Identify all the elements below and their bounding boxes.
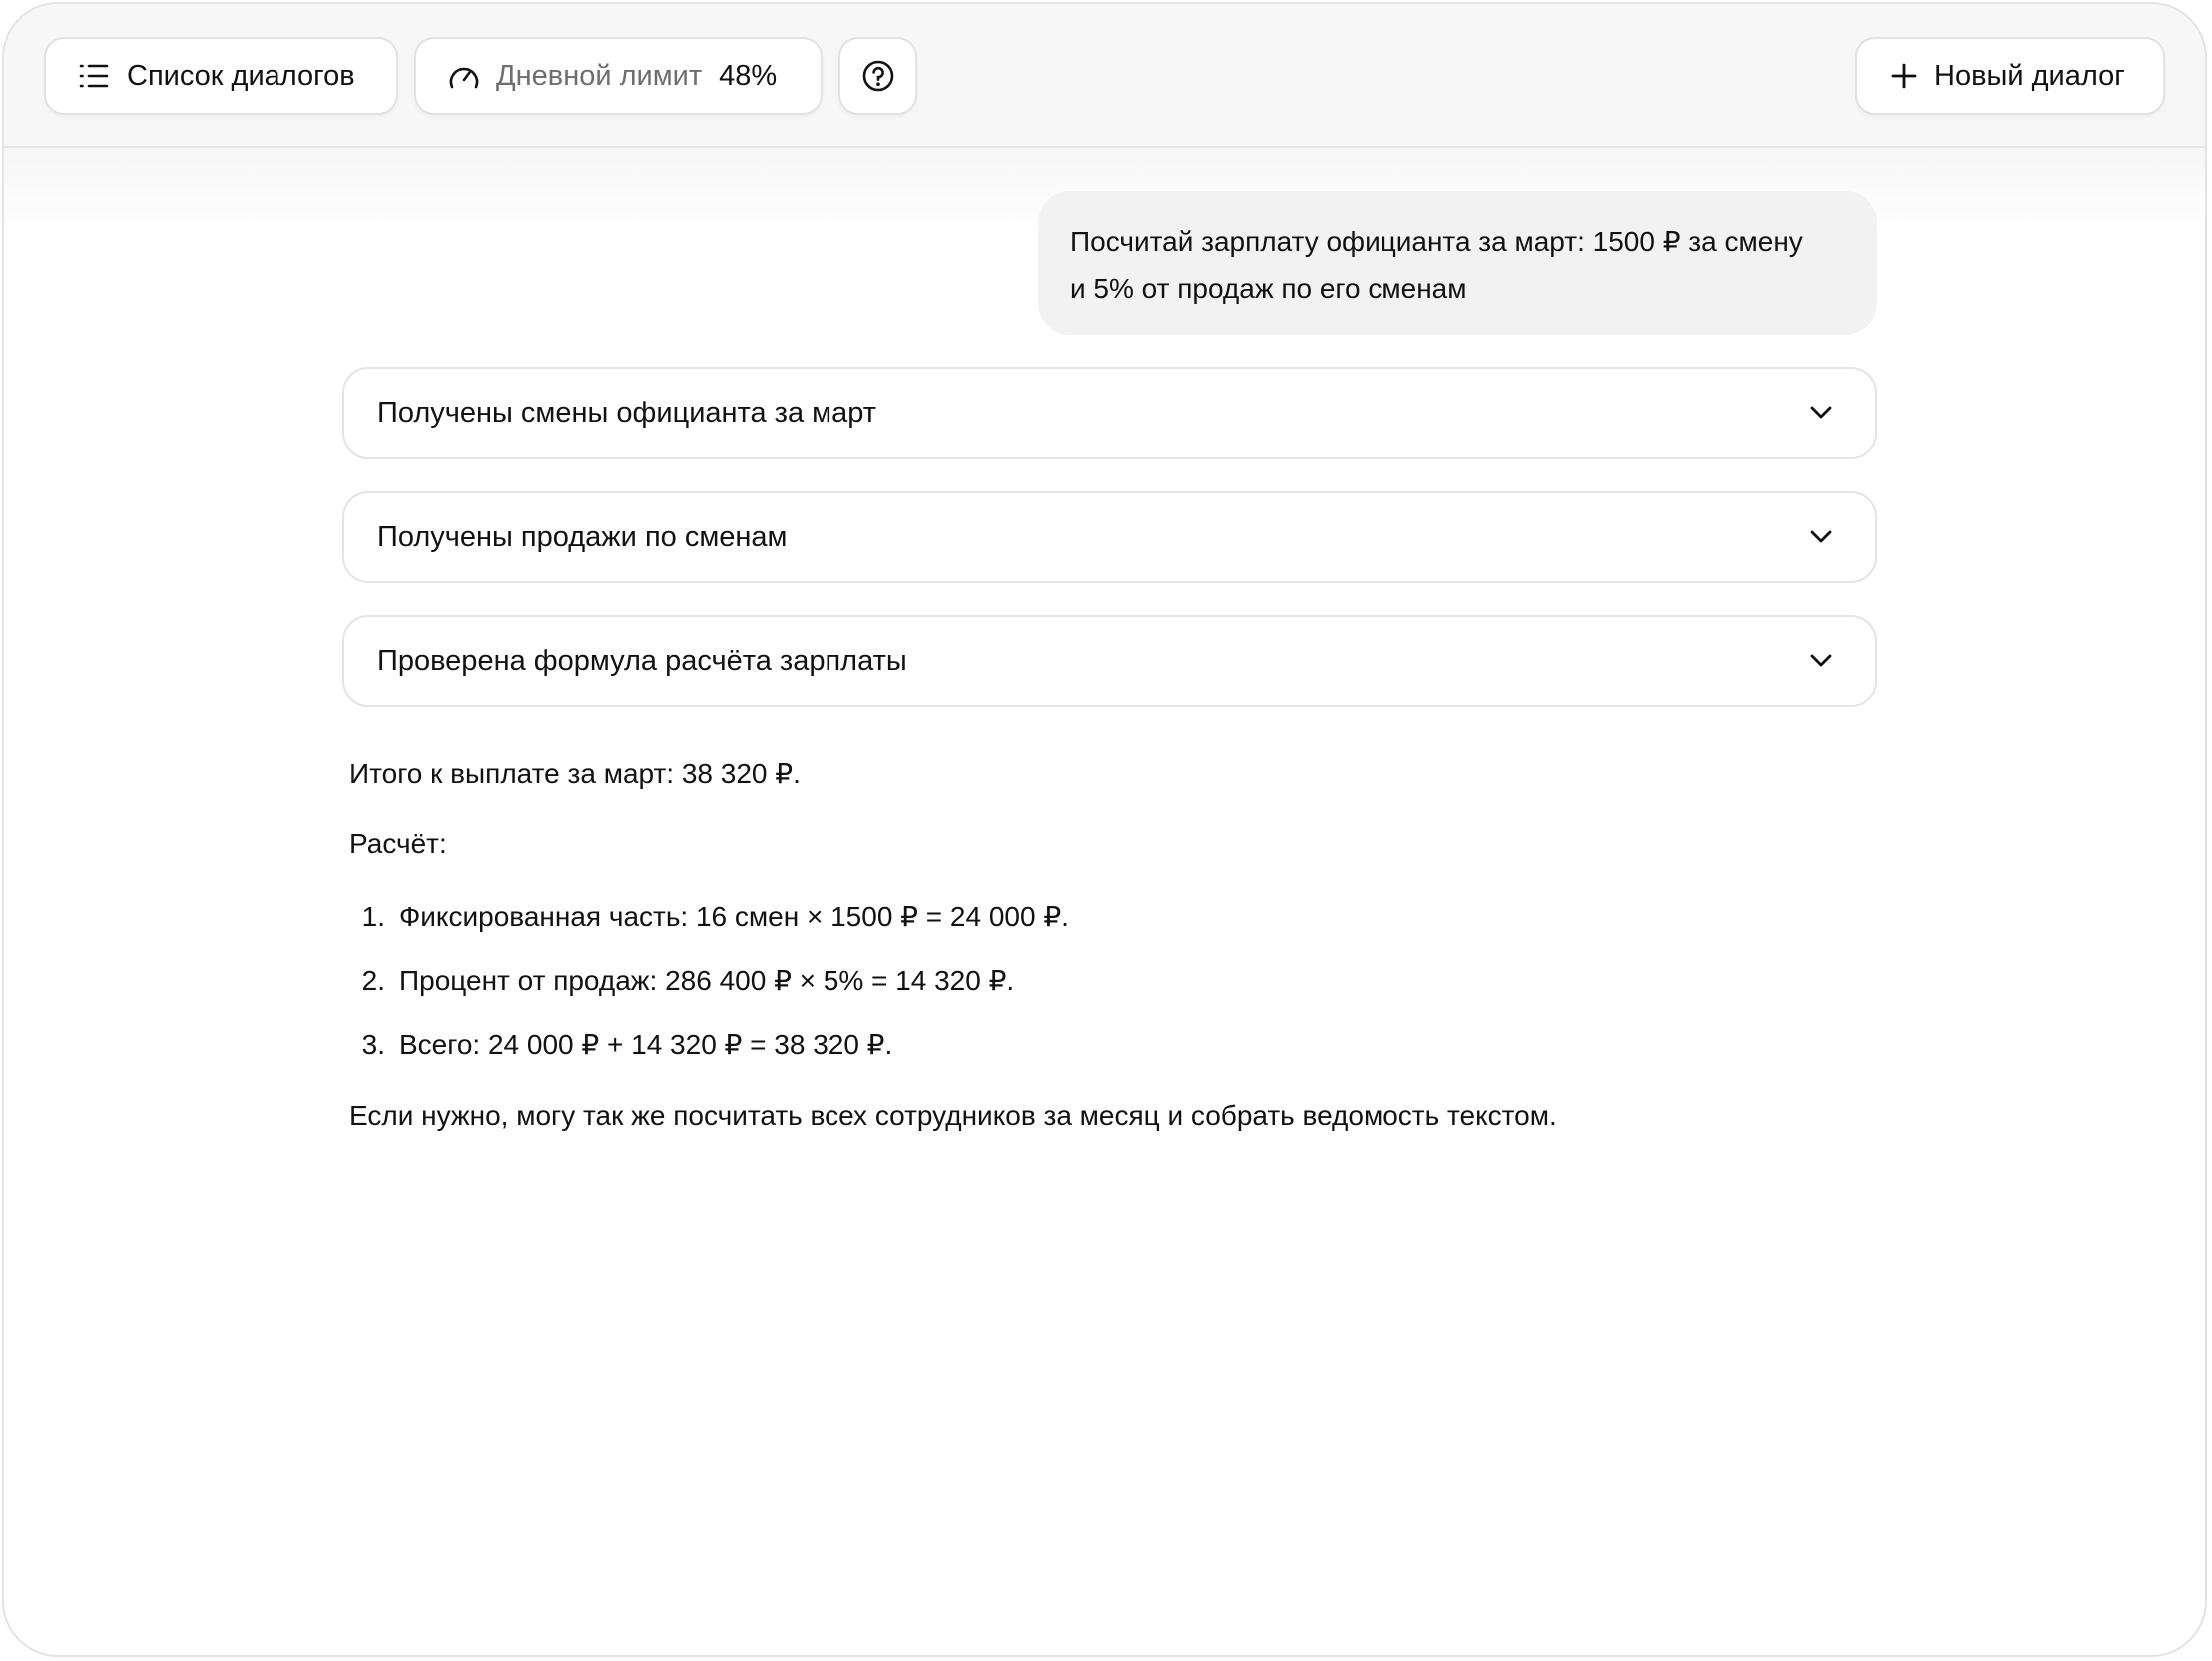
daily-limit-label: Дневной лимит xyxy=(496,59,703,92)
list-item-text: Процент от продаж: 286 400 ₽ × 5% = 14 3… xyxy=(399,965,1015,996)
tool-step-title: Получены продажи по сменам xyxy=(377,520,788,553)
user-message: Посчитай зарплату официанта за март: 150… xyxy=(1038,191,1877,335)
chevron-down-icon xyxy=(1810,530,1832,543)
dialogs-list-button[interactable]: Список диалогов xyxy=(44,37,398,115)
daily-limit-button[interactable]: Дневной лимит 48% xyxy=(414,37,823,115)
answer-closing: Если нужно, могу так же посчитать всех с… xyxy=(349,1100,1557,1131)
answer-list-item: 1. Фиксированная часть: 16 смен × 1500 ₽ … xyxy=(337,900,1069,933)
gauge-icon xyxy=(449,67,479,89)
list-item-text: Всего: 24 000 ₽ + 14 320 ₽ = 38 320 ₽. xyxy=(399,1029,893,1060)
tool-step-shifts[interactable]: Получены смены официанта за март xyxy=(342,367,1877,459)
tool-step-title: Получены смены официанта за март xyxy=(377,396,876,429)
list-item-text: Фиксированная часть: 16 смен × 1500 ₽ = … xyxy=(399,901,1069,932)
dialogs-list-label: Список диалогов xyxy=(127,59,355,92)
answer-calc-heading: Расчёт: xyxy=(349,829,447,859)
app-window: Список диалогов Дневной лимит 48% Новый … xyxy=(2,2,2207,1657)
tool-step-sales[interactable]: Получены продажи по сменам xyxy=(342,491,1877,583)
top-toolbar: Список диалогов Дневной лимит 48% Новый … xyxy=(4,4,2205,148)
new-dialog-label: Новый диалог xyxy=(1935,59,2125,92)
user-message-line: и 5% от продаж по его сменам xyxy=(1070,274,1467,304)
chevron-down-icon xyxy=(1810,654,1832,667)
user-message-line: Посчитай зарплату официанта за март: 150… xyxy=(1070,226,1803,257)
tool-step-formula[interactable]: Проверена формула расчёта зарплаты xyxy=(342,615,1877,707)
tool-step-title: Проверена формула расчёта зарплаты xyxy=(377,644,907,677)
list-item-number: 2. xyxy=(361,965,385,996)
new-dialog-button[interactable]: Новый диалог xyxy=(1855,37,2165,115)
list-icon xyxy=(79,64,109,88)
plus-icon xyxy=(1891,63,1917,89)
answer-list-item: 2. Процент от продаж: 286 400 ₽ × 5% = 14… xyxy=(337,964,1015,997)
question-circle-icon xyxy=(862,60,893,92)
answer-list-item: 3. Всего: 24 000 ₽ + 14 320 ₽ = 38 320 ₽. xyxy=(337,1028,893,1061)
help-button[interactable] xyxy=(838,37,917,115)
list-item-number: 1. xyxy=(361,901,385,932)
answer-total: Итого к выплате за март: 38 320 ₽. xyxy=(349,758,801,789)
list-item-number: 3. xyxy=(361,1029,385,1060)
daily-limit-value: 48% xyxy=(719,59,778,92)
chevron-down-icon xyxy=(1810,406,1832,419)
